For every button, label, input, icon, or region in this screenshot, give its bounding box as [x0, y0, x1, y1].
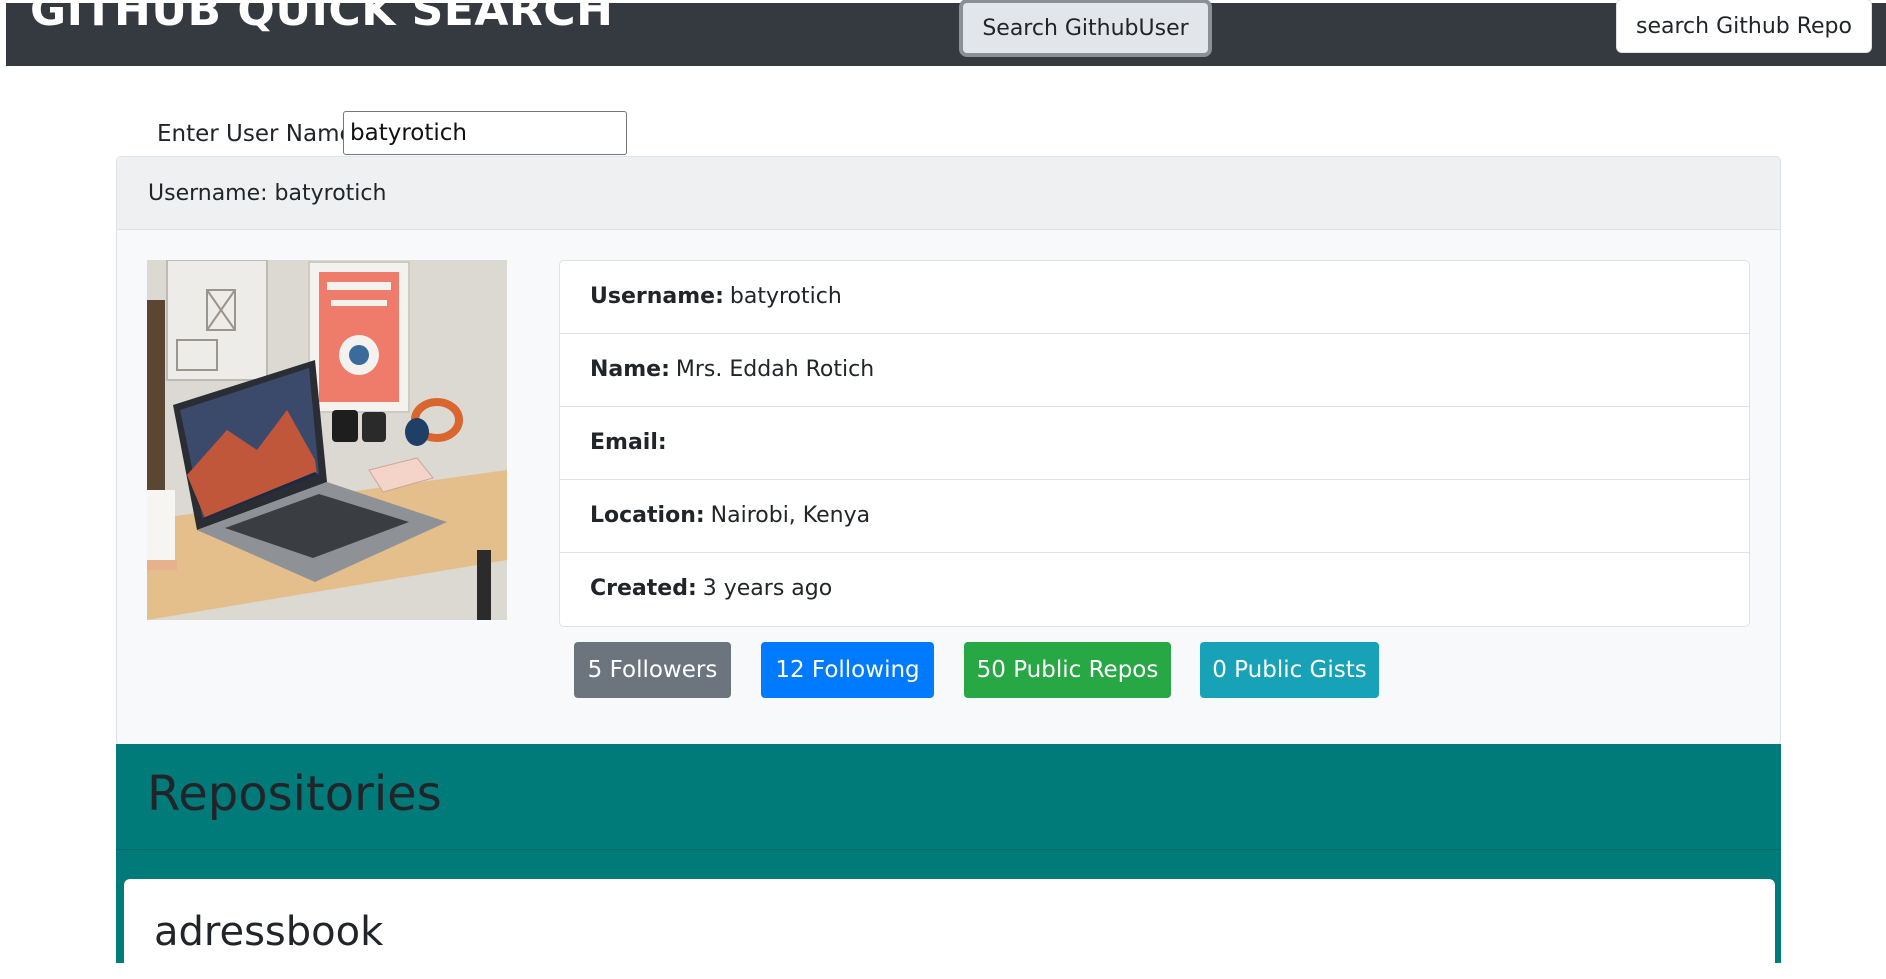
info-username-label: Username:	[590, 284, 724, 309]
info-username: Username: batyrotich	[590, 284, 842, 309]
search-github-repo-button[interactable]: search Github Repo	[1616, 0, 1872, 53]
repositories-section: Repositories adressbook	[116, 744, 1781, 979]
info-name-value: Mrs. Eddah Rotich	[675, 357, 875, 382]
info-email-label: Email:	[590, 430, 667, 455]
info-name-row: Name: Mrs. Eddah Rotich	[560, 334, 1749, 407]
search-github-user-button[interactable]: Search GithubUser	[959, 0, 1212, 57]
info-email: Email:	[590, 430, 673, 455]
followers-badge: 5 Followers	[574, 642, 731, 698]
info-created-value: 3 years ago	[702, 576, 833, 601]
navbar: GITHUB QUICK SEARCH Search GithubUser se…	[6, 0, 1886, 66]
avatar	[147, 260, 507, 620]
info-location-value: Nairobi, Kenya	[710, 503, 871, 528]
info-created-row: Created: 3 years ago	[560, 553, 1749, 626]
following-badge: 12 Following	[761, 642, 934, 698]
info-location: Location: Nairobi, Kenya	[590, 503, 870, 528]
profile-card-header: Username: batyrotich	[117, 157, 1780, 230]
public-repos-badge: 50 Public Repos	[964, 642, 1171, 698]
info-username-value: batyrotich	[729, 284, 842, 309]
info-name-label: Name:	[590, 357, 670, 382]
app-title: GITHUB QUICK SEARCH	[30, 0, 614, 36]
info-name: Name: Mrs. Eddah Rotich	[590, 357, 874, 382]
profile-card-header-text: Username: batyrotich	[148, 181, 387, 206]
repositories-title: Repositories	[147, 766, 442, 822]
profile-info-list: Username: batyrotich Name: Mrs. Eddah Roti…	[559, 260, 1750, 627]
info-created-label: Created:	[590, 576, 697, 601]
username-input[interactable]	[343, 111, 627, 155]
info-created: Created: 3 years ago	[590, 576, 832, 601]
info-location-row: Location: Nairobi, Kenya	[560, 480, 1749, 553]
avatar-image	[147, 260, 507, 620]
info-location-label: Location:	[590, 503, 705, 528]
username-label: Enter User Name	[157, 121, 354, 147]
repo-card[interactable]: adressbook	[124, 879, 1775, 979]
repo-name[interactable]: adressbook	[154, 909, 383, 955]
repositories-header: Repositories	[116, 744, 1781, 850]
info-username-row: Username: batyrotich	[560, 261, 1749, 334]
public-gists-badge: 0 Public Gists	[1200, 642, 1379, 698]
info-email-row: Email:	[560, 407, 1749, 480]
